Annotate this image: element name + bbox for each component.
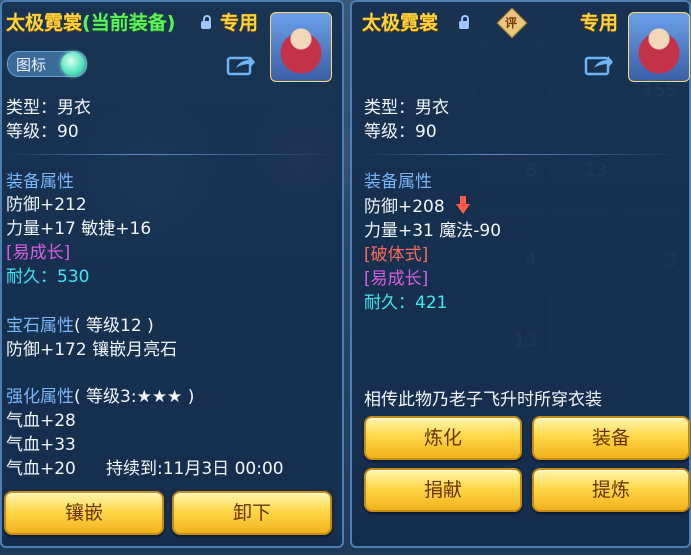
item-lore: 相传此物乃老子飞升时所穿衣装 (364, 390, 602, 410)
inlay-button[interactable]: 镶嵌 (4, 491, 164, 535)
share-icon[interactable] (584, 52, 614, 76)
durability-value: 530 (57, 267, 90, 287)
lock-icon (201, 15, 211, 29)
enhance-hp-3: 气血+20 (6, 459, 76, 479)
grow-tag: [易成长] (6, 243, 71, 263)
compare-item-tooltip: 太极霓裳 评 专用 类型：男衣 等级：90 装备属性 防御+208 力量+31 … (350, 0, 691, 548)
enhance-duration: 持续到:11月3日 00:00 (106, 459, 284, 479)
equip-button[interactable]: 装备 (532, 416, 690, 460)
rating-badge-label: 评 (504, 16, 517, 30)
exclusive-label: 专用 (220, 12, 259, 34)
share-icon[interactable] (226, 52, 256, 76)
donate-button[interactable]: 捐献 (364, 468, 522, 512)
enhance-row: 强化属性( 等级3:★★★ ) (6, 386, 194, 409)
divider (362, 154, 682, 155)
break-tag: [破体式] (364, 245, 429, 265)
lock-icon (459, 15, 469, 29)
extract-button[interactable]: 提炼 (532, 468, 690, 512)
item-type: 类型：男衣 (364, 98, 449, 118)
item-level: 等级：90 (6, 122, 79, 142)
gem-row: 宝石属性( 等级12 ) (6, 315, 154, 338)
durability: 耐久：530 (6, 266, 89, 289)
attr-defense: 防御+212 (6, 195, 87, 215)
enhance-hp-2: 气血+33 (6, 435, 76, 455)
decrease-arrow-icon (456, 196, 470, 214)
item-level: 等级：90 (364, 122, 437, 142)
durability-label: 耐久： (6, 267, 57, 287)
attr-header: 装备属性 (6, 172, 74, 192)
icon-toggle[interactable]: 图标 (7, 51, 87, 77)
item-type: 类型：男衣 (6, 98, 91, 118)
attr-defense: 防御+208 (364, 197, 445, 217)
exclusive-label: 专用 (580, 12, 619, 34)
unequip-button[interactable]: 卸下 (172, 491, 332, 535)
attr-str-agi: 力量+17 敏捷+16 (6, 219, 152, 239)
item-portrait (270, 12, 332, 82)
item-title: 太极霓裳(当前装备) (6, 8, 175, 35)
item-portrait (628, 12, 690, 82)
durability-label: 耐久： (364, 293, 415, 313)
current-equipped-tag: (当前装备) (82, 12, 176, 34)
equipped-item-tooltip: 太极霓裳(当前装备) 专用 图标 类型：男衣 等级：90 装备属性 防御+212… (0, 0, 344, 548)
item-name: 太极霓裳 (6, 12, 83, 34)
item-name: 太极霓裳 (362, 12, 439, 34)
durability: 耐久：421 (364, 292, 447, 315)
toggle-knob[interactable] (61, 52, 85, 76)
refine-button[interactable]: 炼化 (364, 416, 522, 460)
attr-str-magic: 力量+31 魔法-90 (364, 221, 502, 241)
attr-header: 装备属性 (364, 172, 432, 192)
durability-value: 421 (415, 293, 448, 313)
divider (6, 154, 336, 155)
enhance-level: ( 等级3:★★★ ) (74, 387, 195, 407)
gem-detail: 防御+172 镶嵌月亮石 (6, 340, 178, 360)
toggle-label: 图标 (16, 56, 47, 74)
grow-tag: [易成长] (364, 269, 429, 289)
enhance-hp-1: 气血+28 (6, 411, 76, 431)
gem-level: ( 等级12 ) (74, 316, 154, 336)
gem-header: 宝石属性 (6, 316, 74, 336)
enhance-header: 强化属性 (6, 387, 74, 407)
